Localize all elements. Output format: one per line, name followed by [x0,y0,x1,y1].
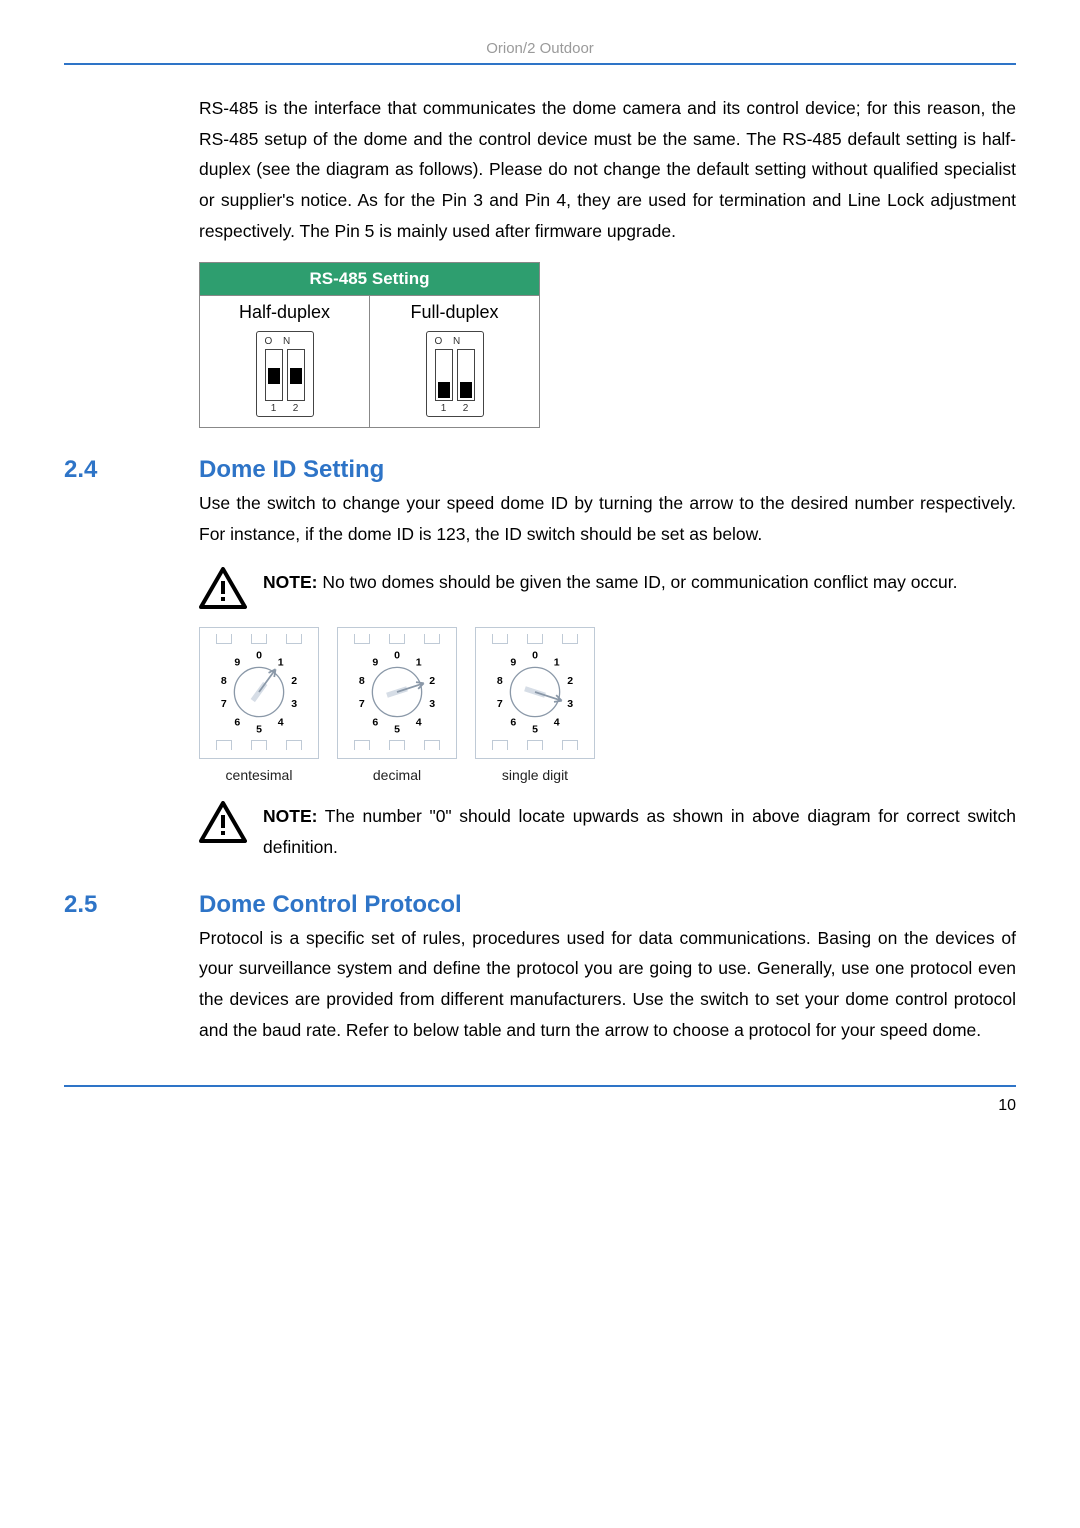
rotary-switch-row: 0123456789centesimal0123456789decimal012… [199,627,1016,783]
svg-text:8: 8 [359,675,365,687]
svg-text:2: 2 [291,675,297,687]
dip-switch-knob [438,382,450,398]
dip-num: 2 [287,403,305,414]
svg-text:7: 7 [359,698,365,710]
dip-switch-half: O N 1 2 [256,331,314,417]
dip-on-label: O N [261,336,309,347]
dip-num: 1 [435,403,453,414]
section-number-2-5: 2.5 [64,891,199,919]
rs485-table-header: RS-485 Setting [200,263,540,296]
rotary-dial: 0 12 34 5 67 89 [353,648,441,736]
svg-text:0: 0 [256,650,262,662]
dip-switch-knob [268,368,280,384]
svg-text:0: 0 [532,650,538,662]
rotary-label: decimal [337,767,457,783]
svg-text:3: 3 [567,698,573,710]
section-number-2-4: 2.4 [64,456,199,484]
note-body: The number "0" should locate upwards as … [263,806,1016,857]
note-body: No two domes should be given the same ID… [317,572,957,592]
svg-text:1: 1 [554,657,560,669]
rotary-switch-box: 0 12 34 5 67 89 [199,627,319,759]
svg-text:2: 2 [567,675,573,687]
svg-text:8: 8 [221,675,227,687]
dip-slot [435,349,453,401]
rotary-switch-unit: 0 12 34 5 67 89 single digit [475,627,595,783]
dip-num: 2 [457,403,475,414]
svg-text:3: 3 [429,698,435,710]
svg-text:1: 1 [416,657,422,669]
dip-switch-knob [460,382,472,398]
svg-text:2: 2 [429,675,435,687]
half-duplex-title: Half-duplex [200,302,369,323]
dip-switch-knob [290,368,302,384]
rotary-label: single digit [475,767,595,783]
rs485-setting-table: RS-485 Setting Half-duplex O N 1 [199,262,540,428]
svg-text:9: 9 [234,657,240,669]
dip-on-label: O N [431,336,479,347]
svg-text:1: 1 [278,657,284,669]
note-bold: NOTE: [263,806,317,826]
bottom-divider [64,1085,1016,1087]
section-title-dome-id: Dome ID Setting [199,456,384,484]
svg-text:7: 7 [221,698,227,710]
rotary-dial: 0 12 34 5 67 89 [215,648,303,736]
note-2-text: NOTE: The number "0" should locate upwar… [263,801,1016,862]
page-header: Orion/2 Outdoor [64,40,1016,57]
svg-text:6: 6 [372,717,378,729]
note-block-1: NOTE: No two domes should be given the s… [199,567,1016,609]
rotary-switch-unit: 0 12 34 5 67 89 decimal [337,627,457,783]
dip-slot [265,349,283,401]
warning-icon [199,567,247,609]
rotary-switch-unit: 0 12 34 5 67 89 centesimal [199,627,319,783]
svg-text:4: 4 [416,717,422,729]
dip-slot [457,349,475,401]
dip-slot [287,349,305,401]
protocol-body: Protocol is a specific set of rules, pro… [199,923,1016,1046]
rotary-dial: 0 12 34 5 67 89 [491,648,579,736]
rs485-half-duplex-cell: Half-duplex O N 1 2 [200,296,370,428]
svg-text:5: 5 [394,724,400,736]
svg-text:4: 4 [554,717,560,729]
note-1-text: NOTE: No two domes should be given the s… [263,567,957,598]
svg-text:9: 9 [510,657,516,669]
dip-switch-full: O N 1 2 [426,331,484,417]
svg-text:9: 9 [372,657,378,669]
note-block-2: NOTE: The number "0" should locate upwar… [199,801,1016,862]
svg-text:3: 3 [291,698,297,710]
rotary-switch-box: 0 12 34 5 67 89 [337,627,457,759]
section-title-protocol: Dome Control Protocol [199,891,462,919]
dome-id-body: Use the switch to change your speed dome… [199,488,1016,549]
top-divider [64,63,1016,65]
rotary-switch-box: 0 12 34 5 67 89 [475,627,595,759]
svg-text:5: 5 [532,724,538,736]
rotary-label: centesimal [199,767,319,783]
svg-text:6: 6 [510,717,516,729]
rs485-full-duplex-cell: Full-duplex O N 1 2 [370,296,540,428]
svg-text:8: 8 [497,675,503,687]
note-bold: NOTE: [263,572,317,592]
dip-num: 1 [265,403,283,414]
intro-paragraph: RS-485 is the interface that communicate… [199,93,1016,246]
full-duplex-title: Full-duplex [370,302,539,323]
svg-text:6: 6 [234,717,240,729]
svg-text:4: 4 [278,717,284,729]
svg-text:0: 0 [394,650,400,662]
page-number: 10 [64,1097,1016,1115]
warning-icon [199,801,247,843]
svg-text:5: 5 [256,724,262,736]
svg-text:7: 7 [497,698,503,710]
